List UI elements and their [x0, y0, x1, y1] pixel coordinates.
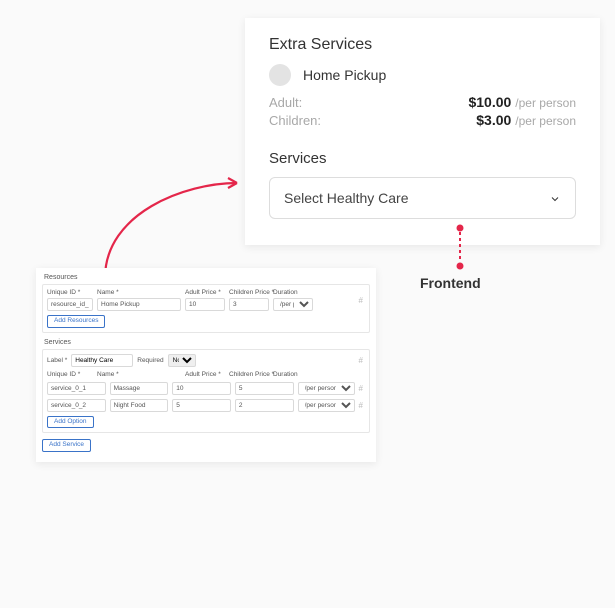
label-input[interactable] [71, 354, 133, 367]
services-title: Services [269, 150, 576, 167]
service-children-input[interactable] [235, 382, 294, 395]
col-children: Children Price * [229, 371, 269, 378]
add-option-button[interactable]: Add Option [47, 416, 94, 429]
admin-panel: Resources Unique ID * Name * Adult Price… [36, 268, 376, 462]
service-duration-select[interactable]: /per person [298, 382, 355, 395]
services-admin-title: Services [42, 339, 370, 349]
label-text: Label * [47, 357, 67, 364]
col-name: Name * [97, 289, 181, 296]
service-name-input[interactable] [110, 382, 169, 395]
hash-icon: # [359, 401, 365, 410]
col-children: Children Price * [229, 289, 269, 296]
extra-services-title: Extra Services [269, 36, 576, 54]
service-duration-select[interactable]: /per person [298, 399, 355, 412]
service-row: /per person # [47, 382, 365, 395]
service-name-input[interactable] [110, 399, 169, 412]
hash-icon: # [359, 384, 365, 393]
col-duration: Duration [273, 371, 313, 378]
price-row-children: Children: $3.00 /per person [269, 112, 576, 128]
col-adult: Adult Price * [185, 289, 225, 296]
avatar [269, 64, 291, 86]
adult-label: Adult: [269, 95, 302, 110]
price-row-adult: Adult: $10.00 /per person [269, 94, 576, 110]
frontend-label: Frontend [420, 275, 481, 291]
service-uid-input[interactable] [47, 399, 106, 412]
resource-name-input[interactable] [97, 298, 181, 311]
add-resources-button[interactable]: Add Resources [47, 315, 105, 328]
service-adult-input[interactable] [172, 382, 231, 395]
frontend-card: Extra Services Home Pickup Adult: $10.00… [245, 18, 600, 245]
service-adult-input[interactable] [172, 399, 231, 412]
children-label: Children: [269, 113, 321, 128]
required-text: Required [137, 357, 163, 364]
col-adult: Adult Price * [185, 371, 225, 378]
service-children-input[interactable] [235, 399, 294, 412]
services-box: Label * Required No # Unique ID * Name *… [42, 349, 370, 434]
hash-icon: # [359, 356, 365, 365]
resource-children-input[interactable] [229, 298, 269, 311]
required-select[interactable]: No [168, 354, 196, 367]
chevron-down-icon [549, 192, 561, 204]
resource-uid-input[interactable] [47, 298, 93, 311]
add-service-button[interactable]: Add Service [42, 439, 91, 452]
resource-adult-input[interactable] [185, 298, 225, 311]
arrow-icon [95, 173, 250, 283]
service-name: Home Pickup [303, 67, 386, 83]
col-duration: Duration [273, 289, 313, 296]
hash-icon: # [359, 296, 365, 305]
col-name: Name * [97, 371, 181, 378]
children-price: $3.00 [476, 112, 511, 128]
adult-price: $10.00 [468, 94, 511, 110]
children-per: /per person [515, 114, 576, 128]
resources-box: Unique ID * Name * Adult Price * Childre… [42, 284, 370, 333]
service-uid-input[interactable] [47, 382, 106, 395]
col-uid: Unique ID * [47, 289, 93, 296]
services-select[interactable]: Select Healthy Care [269, 177, 576, 219]
services-select-value: Select Healthy Care [284, 190, 409, 206]
resource-duration-select[interactable]: /per person [273, 298, 313, 311]
col-uid: Unique ID * [47, 371, 93, 378]
resources-title: Resources [42, 274, 370, 284]
service-row: /per person # [47, 399, 365, 412]
adult-per: /per person [515, 96, 576, 110]
